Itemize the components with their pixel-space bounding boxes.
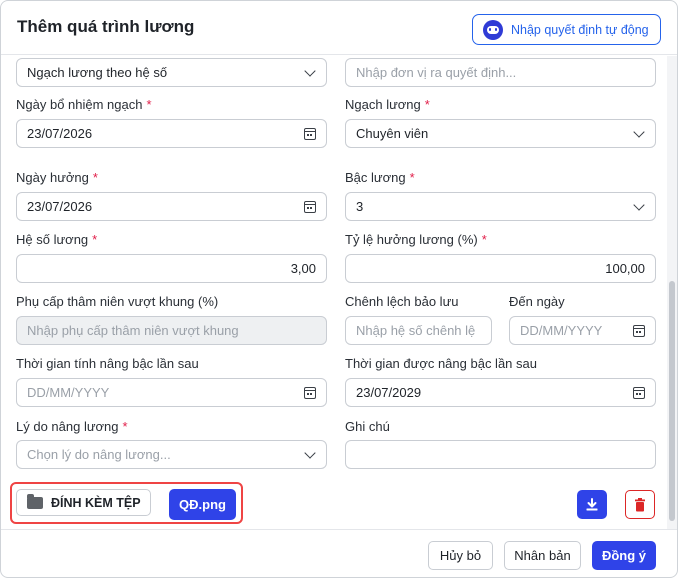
salary-type-select[interactable]: Ngạch lương theo hệ số <box>16 58 327 87</box>
auto-import-decision-label: Nhập quyết định tự động <box>511 22 649 37</box>
next-raise-label: Thời gian được nâng bậc lần sau <box>345 356 537 371</box>
rate-label: Tỷ lệ hưởng lương (%) * <box>345 232 487 247</box>
next-raise-input[interactable]: 23/07/2029 <box>345 378 656 407</box>
step-select[interactable]: 3 <box>345 192 656 221</box>
effective-date-value: 23/07/2026 <box>27 199 93 214</box>
reserve-diff-label: Chênh lệch bảo lưu <box>345 294 459 309</box>
download-icon <box>586 497 598 510</box>
next-raise-value: 23/07/2029 <box>356 385 422 400</box>
seniority-placeholder: Nhập phụ cấp thâm niên vượt khung <box>27 323 239 338</box>
trash-icon <box>635 497 645 511</box>
calendar-icon[interactable] <box>304 127 316 140</box>
appoint-date-input[interactable]: 23/07/2026 <box>16 119 327 148</box>
dialog-title: Thêm quá trình lương <box>17 17 195 36</box>
reason-placeholder: Chọn lý do nâng lương... <box>27 447 171 462</box>
next-raise-calc-label: Thời gian tính nâng bậc lần sau <box>16 356 199 371</box>
dialog-footer: Hủy bỏ Nhân bản Đồng ý <box>1 529 677 577</box>
seniority-label: Phụ cấp thâm niên vượt khung (%) <box>16 294 219 309</box>
chevron-down-icon <box>304 64 316 77</box>
seniority-input: Nhập phụ cấp thâm niên vượt khung <box>16 316 327 345</box>
reason-label: Lý do nâng lương * <box>16 419 128 434</box>
salary-process-dialog: Thêm quá trình lương Nhập quyết định tự … <box>0 0 678 578</box>
calendar-icon[interactable] <box>304 386 316 399</box>
attach-file-button[interactable]: ĐÍNH KÈM TỆP <box>16 489 151 516</box>
next-raise-calc-placeholder: DD/MM/YYYY <box>27 385 110 400</box>
confirm-button[interactable]: Đồng ý <box>592 541 656 570</box>
reserve-diff-input[interactable]: Nhập hệ số chênh lệ <box>345 316 492 345</box>
decision-unit-input[interactable]: Nhập đơn vị ra quyết định... <box>345 58 656 87</box>
dialog-header: Thêm quá trình lương Nhập quyết định tự … <box>1 1 677 55</box>
folder-icon <box>27 493 43 509</box>
calendar-icon[interactable] <box>304 200 316 213</box>
download-button[interactable] <box>577 490 607 519</box>
reserve-diff-placeholder: Nhập hệ số chênh lệ <box>356 323 476 338</box>
calendar-icon[interactable] <box>633 386 645 399</box>
grade-select[interactable]: Chuyên viên <box>345 119 656 148</box>
chevron-down-icon <box>633 198 645 211</box>
rate-value: 100,00 <box>605 261 645 276</box>
until-placeholder: DD/MM/YYYY <box>520 323 603 338</box>
coefficient-input[interactable]: 3,00 <box>16 254 327 283</box>
salary-type-value: Ngạch lương theo hệ số <box>27 65 168 80</box>
effective-date-label: Ngày hưởng * <box>16 170 98 185</box>
step-label: Bậc lương * <box>345 170 415 185</box>
next-raise-calc-input[interactable]: DD/MM/YYYY <box>16 378 327 407</box>
decision-unit-placeholder: Nhập đơn vị ra quyết định... <box>356 65 517 80</box>
robot-icon <box>483 19 503 40</box>
chevron-down-icon <box>304 446 316 459</box>
rate-input[interactable]: 100,00 <box>345 254 656 283</box>
delete-button[interactable] <box>625 490 655 519</box>
coefficient-label: Hệ số lương * <box>16 232 98 247</box>
auto-import-decision-button[interactable]: Nhập quyết định tự động <box>472 14 661 45</box>
appoint-date-value: 23/07/2026 <box>27 126 93 141</box>
until-label: Đến ngày <box>509 294 565 309</box>
appoint-date-label: Ngày bổ nhiệm ngạch * <box>16 97 152 112</box>
cancel-button[interactable]: Hủy bỏ <box>428 541 493 570</box>
grade-value: Chuyên viên <box>356 126 429 141</box>
calendar-icon[interactable] <box>633 324 645 337</box>
reason-select[interactable]: Chọn lý do nâng lương... <box>16 440 327 469</box>
chevron-down-icon <box>633 125 645 138</box>
note-label: Ghi chú <box>345 419 390 434</box>
note-input[interactable] <box>345 440 656 469</box>
attached-file-chip[interactable]: QĐ.png <box>169 489 236 520</box>
effective-date-input[interactable]: 23/07/2026 <box>16 192 327 221</box>
step-value: 3 <box>356 199 364 214</box>
attach-file-label: ĐÍNH KÈM TỆP <box>51 495 141 510</box>
grade-label: Ngạch lương * <box>345 97 430 112</box>
coefficient-value: 3,00 <box>290 261 316 276</box>
until-date-input[interactable]: DD/MM/YYYY <box>509 316 656 345</box>
duplicate-button[interactable]: Nhân bản <box>504 541 581 570</box>
scrollbar-thumb[interactable] <box>669 281 675 521</box>
